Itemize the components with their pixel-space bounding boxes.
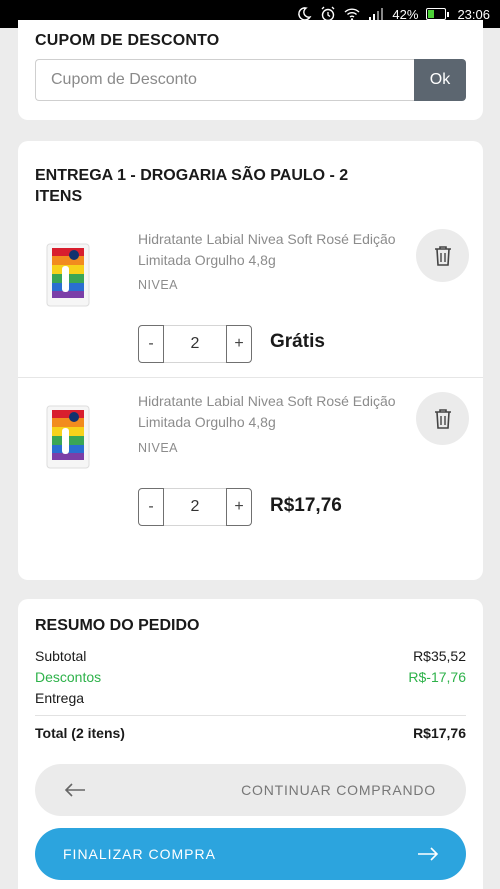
total-row: Total (2 itens) R$17,76	[35, 725, 466, 741]
trash-icon	[434, 245, 451, 266]
product-image	[46, 243, 90, 307]
continue-shopping-label: CONTINUAR COMPRANDO	[241, 782, 436, 798]
discount-label: Descontos	[35, 669, 102, 685]
cart-item: Hidratante Labial Nivea Soft Rosé Edição…	[18, 377, 483, 539]
product-name[interactable]: Hidratante Labial Nivea Soft Rosé Edição…	[138, 229, 408, 271]
delivery-title: ENTREGA 1 - DROGARIA SÃO PAULO - 2 ITENS	[35, 167, 349, 205]
delivery-label: Entrega	[35, 690, 85, 706]
item-price: R$17,76	[270, 495, 342, 516]
total-label: Total (2 itens)	[35, 725, 125, 741]
increase-quantity-button[interactable]: +	[226, 488, 252, 526]
coupon-title: CUPOM DE DESCONTO	[35, 32, 220, 49]
product-brand: NIVEA	[138, 278, 179, 292]
delivery-card: ENTREGA 1 - DROGARIA SÃO PAULO - 2 ITENS…	[18, 141, 483, 580]
item-price: Grátis	[270, 331, 325, 352]
delete-item-button[interactable]	[416, 392, 469, 445]
finish-purchase-button[interactable]: FINALIZAR COMPRA	[35, 828, 466, 880]
order-summary-card: RESUMO DO PEDIDO Subtotal R$35,52 Descon…	[18, 599, 483, 889]
product-image	[46, 405, 90, 469]
battery-icon	[426, 8, 450, 20]
quantity-stepper: - 2 +	[138, 325, 257, 363]
subtotal-value: R$35,52	[413, 648, 466, 664]
summary-title: RESUMO DO PEDIDO	[35, 617, 200, 634]
quantity-stepper: - 2 +	[138, 488, 257, 526]
delivery-row: Entrega	[35, 690, 466, 706]
apply-coupon-button[interactable]: Ok	[414, 59, 466, 101]
product-brand: NIVEA	[138, 441, 179, 455]
finish-purchase-label: FINALIZAR COMPRA	[63, 846, 216, 862]
coupon-input[interactable]	[35, 59, 415, 101]
product-name[interactable]: Hidratante Labial Nivea Soft Rosé Edição…	[138, 391, 408, 433]
total-value: R$17,76	[413, 725, 466, 741]
arrow-left-icon	[64, 783, 85, 797]
delete-item-button[interactable]	[416, 229, 469, 282]
discount-value: R$-17,76	[408, 669, 466, 685]
coupon-card: CUPOM DE DESCONTO Ok	[18, 20, 483, 120]
trash-icon	[434, 408, 451, 429]
arrow-right-icon	[418, 847, 439, 861]
subtotal-label: Subtotal	[35, 648, 87, 664]
increase-quantity-button[interactable]: +	[226, 325, 252, 363]
discount-row: Descontos R$-17,76	[35, 669, 466, 685]
quantity-value[interactable]: 2	[164, 325, 226, 363]
decrease-quantity-button[interactable]: -	[138, 325, 164, 363]
divider	[35, 715, 466, 716]
subtotal-row: Subtotal R$35,52	[35, 648, 466, 664]
continue-shopping-button[interactable]: CONTINUAR COMPRANDO	[35, 764, 466, 816]
quantity-value[interactable]: 2	[164, 488, 226, 526]
decrease-quantity-button[interactable]: -	[138, 488, 164, 526]
